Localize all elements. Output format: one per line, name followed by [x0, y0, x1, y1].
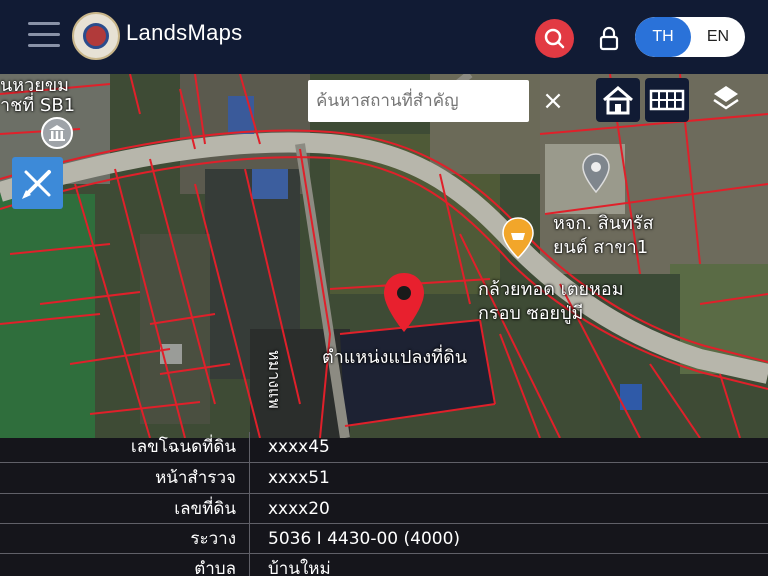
map-label-parcel: ตำแหน่งแปลงที่ดิน [322, 347, 468, 368]
place-search-box [308, 80, 529, 122]
home-button[interactable] [596, 78, 640, 122]
map-label-food-2: กรอบ ซอยปู่มี [478, 303, 584, 324]
lang-en-button[interactable]: EN [691, 17, 745, 57]
parcel-info-row: ระวาง 5036 I 4430-00 (4000) [0, 523, 768, 554]
home-icon [603, 86, 633, 115]
app-title: LandsMaps [126, 20, 243, 45]
search-button[interactable] [535, 19, 574, 58]
search-icon [544, 28, 565, 49]
parcel-info-label: หน้าสำรวจ [155, 468, 236, 488]
location-pin-icon[interactable] [379, 270, 429, 336]
language-toggle: TH EN [635, 17, 745, 57]
column-divider [249, 432, 250, 462]
top-app-bar: LandsMaps TH EN [0, 0, 768, 74]
parcel-info-label: เลขที่ดิน [174, 499, 236, 519]
parcel-info-row: เลขที่ดิน xxxx20 [0, 493, 768, 524]
column-divider [249, 494, 250, 524]
parcel-info-row: เลขโฉนดที่ดิน xxxx45 [0, 432, 768, 462]
place-search-input[interactable] [308, 80, 529, 122]
draw-tool-icon [22, 170, 51, 199]
parcel-info-row: หน้าสำรวจ xxxx51 [0, 462, 768, 493]
parcel-info-value: 5036 I 4430-00 (4000) [268, 529, 461, 549]
grid-button[interactable] [645, 78, 689, 122]
map-label-top-left-2: าชที่ SB1 [0, 95, 76, 116]
column-divider [249, 524, 250, 554]
parcel-info-table: เลขโฉนดที่ดิน xxxx45 หน้าสำรวจ xxxx51 เลขที่… [0, 432, 768, 576]
lang-th-button[interactable]: TH [635, 17, 691, 57]
clear-search-button[interactable]: × [534, 84, 572, 118]
parcel-info-value: xxxx45 [268, 437, 330, 457]
place-pin-icon[interactable] [580, 152, 612, 198]
food-poi-icon[interactable] [500, 216, 536, 262]
column-divider [249, 554, 250, 576]
department-logo [72, 12, 120, 60]
map-view[interactable]: นหวยขม าชที่ SB1 × [0, 74, 768, 438]
parcel-info-label: เลขโฉนดที่ดิน [130, 437, 236, 457]
satellite-map [0, 74, 768, 438]
map-label-bank-2: ยนต์ สาขา1 [553, 237, 649, 258]
draw-tool-button[interactable] [12, 157, 63, 209]
layers-button[interactable] [704, 78, 748, 122]
parcel-info-value: บ้านใหม่ [268, 559, 331, 576]
map-label-road: หมางแพ [265, 350, 284, 409]
grid-icon [649, 89, 685, 111]
lock-icon [599, 26, 619, 51]
lock-button[interactable] [596, 24, 622, 54]
parcel-info-row: ตำบล บ้านใหม่ [0, 553, 768, 576]
parcel-info-value: xxxx20 [268, 499, 330, 519]
parcel-info-label: ตำบล [194, 559, 236, 576]
column-divider [249, 463, 250, 493]
parcel-info-label: ระวาง [190, 529, 236, 549]
parcel-info-value: xxxx51 [268, 468, 330, 488]
bank-poi-icon[interactable] [40, 116, 74, 150]
layers-icon [713, 86, 739, 110]
menu-icon[interactable] [28, 22, 60, 48]
